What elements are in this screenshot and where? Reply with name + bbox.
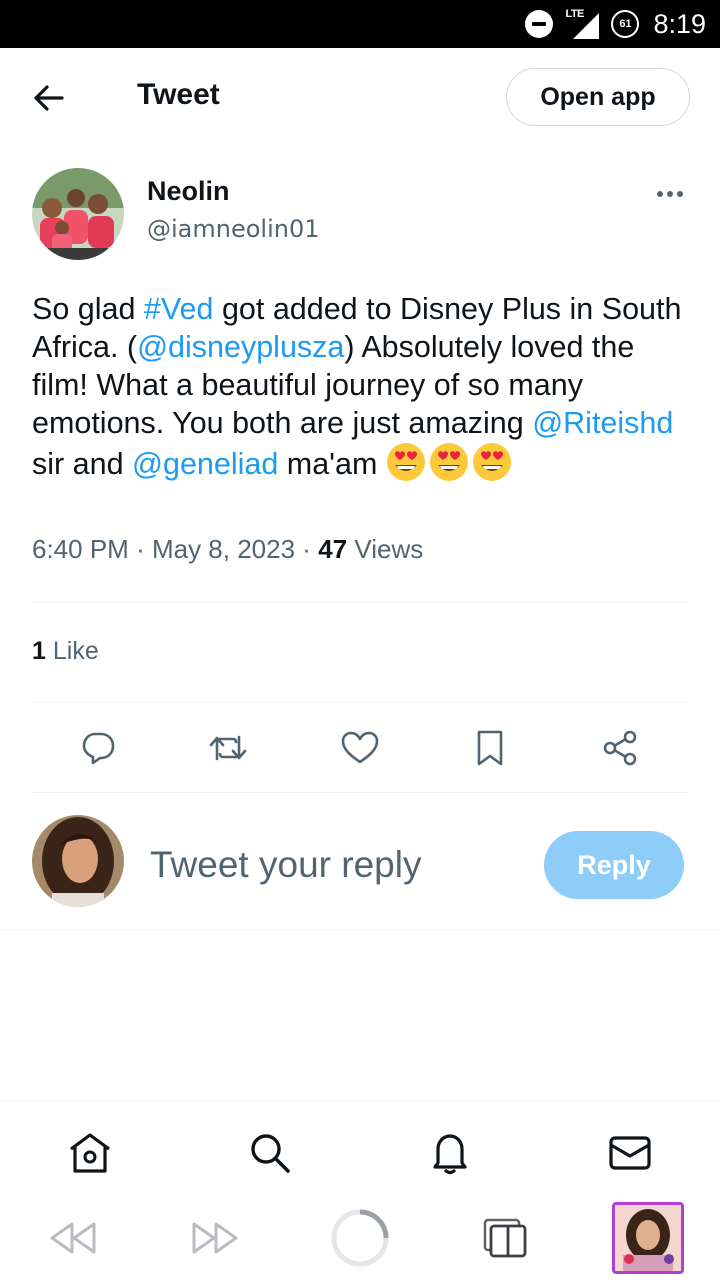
battery-icon: 61 — [611, 10, 640, 38]
author-avatar[interactable] — [32, 168, 124, 260]
heart-eyes-emoji — [386, 443, 425, 481]
tweet-date: May 8, 2023 — [151, 534, 296, 564]
signal-icon: LTE — [565, 8, 600, 39]
back-icon[interactable] — [40, 1206, 104, 1270]
divider — [32, 702, 688, 703]
views-count: 47 — [318, 534, 348, 564]
tweet-text: So glad #Ved got added to Disney Plus in… — [32, 290, 692, 483]
like-icon[interactable] — [338, 726, 382, 770]
open-app-button[interactable]: Open app — [506, 68, 690, 126]
share-icon[interactable] — [598, 726, 642, 770]
mention-link[interactable]: @geneliad — [132, 447, 278, 481]
forward-icon[interactable] — [184, 1206, 248, 1270]
status-bar: LTE 61 8:19 — [0, 0, 720, 48]
browser-toolbar — [0, 1196, 720, 1280]
more-options-icon[interactable] — [652, 182, 688, 206]
divider — [32, 602, 688, 603]
messages-icon[interactable] — [606, 1129, 654, 1177]
divider — [0, 929, 720, 930]
mention-link[interactable]: @disneyplusza — [137, 330, 344, 364]
user-avatar[interactable] — [32, 815, 124, 907]
likes-label: Like — [52, 637, 99, 665]
search-icon[interactable] — [246, 1129, 294, 1177]
likes-count: 1 — [32, 637, 46, 665]
status-icons: LTE 61 8:19 — [525, 6, 706, 42]
heart-eyes-emoji — [429, 443, 468, 481]
back-button[interactable] — [28, 78, 70, 118]
separator: · — [302, 534, 311, 564]
text-segment: sir and — [32, 447, 133, 481]
author-handle[interactable]: @iamneolin01 — [147, 215, 320, 243]
battery-level: 61 — [619, 18, 632, 30]
bookmark-icon[interactable] — [468, 726, 512, 770]
likes-link[interactable]: 1 Like — [32, 637, 99, 666]
profile-avatar[interactable] — [612, 1202, 684, 1274]
text-segment: So glad — [32, 292, 144, 326]
divider — [32, 792, 688, 793]
author-name[interactable]: Neolin — [147, 176, 230, 207]
tweet-meta: 6:40 PM · May 8, 2023 · 47 Views — [32, 534, 423, 565]
tabs-icon[interactable] — [472, 1206, 536, 1270]
retweet-icon[interactable] — [206, 726, 250, 770]
arrow-left-icon — [34, 85, 64, 111]
clock: 8:19 — [653, 8, 706, 39]
separator: · — [136, 534, 145, 564]
notifications-icon[interactable] — [426, 1129, 474, 1177]
reload-icon[interactable] — [328, 1206, 392, 1270]
mention-link[interactable]: @Riteishd — [532, 406, 673, 440]
tweet-time: 6:40 PM — [32, 534, 129, 564]
home-icon[interactable] — [66, 1129, 114, 1177]
do-not-disturb-icon — [525, 10, 554, 38]
reply-input[interactable] — [150, 838, 510, 892]
views-label: Views — [354, 534, 424, 564]
top-bar: Tweet Open app — [0, 48, 720, 146]
page-title: Tweet — [137, 78, 220, 111]
reply-icon[interactable] — [76, 726, 120, 770]
reply-button[interactable]: Reply — [544, 831, 684, 899]
tweet-actions — [32, 720, 688, 776]
heart-eyes-emoji — [472, 443, 511, 481]
bottom-nav — [0, 1100, 720, 1200]
text-segment: ma'am — [278, 447, 386, 481]
hashtag-link[interactable]: #Ved — [144, 292, 214, 326]
